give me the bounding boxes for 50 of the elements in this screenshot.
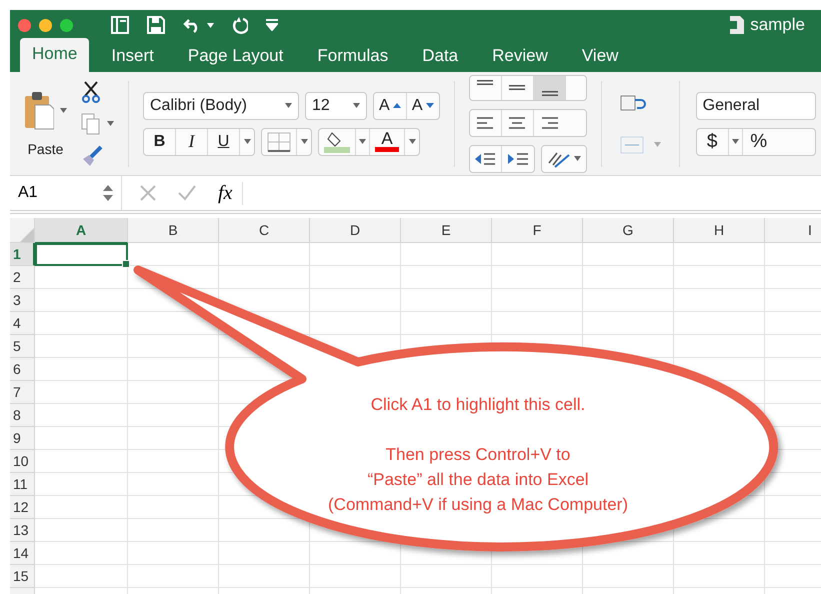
italic-button[interactable]: I [176, 128, 208, 154]
column-header[interactable]: E [401, 218, 492, 243]
callout-text: “Paste” all the data into Excel [366, 469, 590, 491]
row-header[interactable]: 8 [10, 404, 35, 427]
ribbon-tab[interactable]: View [570, 40, 630, 72]
column-header[interactable]: I [765, 218, 821, 243]
window-title: sample [750, 15, 805, 35]
ribbon-tab[interactable]: Home [20, 38, 90, 72]
row-header[interactable]: 11 [10, 473, 35, 496]
row-header[interactable]: 1 [10, 243, 35, 266]
callout-text: (Command+V if using a Mac Computer) [327, 494, 629, 516]
column-header[interactable]: B [128, 218, 219, 243]
callout-text: Then press Control+V to [384, 444, 572, 466]
ribbon-tab[interactable]: Insert [99, 40, 166, 72]
currency-button[interactable]: $ [696, 128, 729, 154]
column-header[interactable]: A [35, 218, 128, 243]
paste-button[interactable]: Paste [24, 90, 67, 156]
font-name-field[interactable]: Calibri (Body) [143, 92, 299, 120]
row-header[interactable]: 9 [10, 427, 35, 450]
column-header[interactable]: F [492, 218, 583, 243]
column-header[interactable]: H [674, 218, 765, 243]
column-header[interactable]: G [583, 218, 674, 243]
row-header[interactable]: 5 [10, 335, 35, 358]
percent-button[interactable]: % [742, 128, 775, 154]
row-header[interactable]: 6 [10, 358, 35, 381]
ribbon-tab[interactable]: Formulas [305, 40, 400, 72]
row-header[interactable]: 2 [10, 266, 35, 289]
column-header[interactable]: D [310, 218, 401, 243]
callout-text: Click A1 to highlight this cell. [370, 394, 586, 416]
font-size-field[interactable]: 12 [305, 92, 367, 120]
row-header[interactable]: 7 [10, 381, 35, 404]
row-header[interactable]: 15 [10, 565, 35, 588]
underline-button[interactable]: U [208, 128, 240, 154]
ribbon-tab[interactable]: Review [480, 40, 560, 72]
row-header[interactable]: 4 [10, 312, 35, 335]
number-format-field[interactable]: General [696, 92, 816, 120]
row-header[interactable]: 12 [10, 496, 35, 519]
ribbon-tab[interactable]: Page Layout [176, 40, 296, 72]
font-color-button[interactable]: A [370, 128, 405, 154]
ribbon-tab[interactable]: Data [410, 40, 470, 72]
bold-button[interactable]: B [144, 128, 176, 154]
insert-function-button[interactable]: fx [218, 182, 244, 204]
shrink-font-button[interactable]: A [406, 92, 439, 118]
row-header[interactable]: 13 [10, 519, 35, 542]
column-header[interactable]: C [219, 218, 310, 243]
name-box[interactable]: A1 [10, 176, 122, 210]
row-header[interactable]: 14 [10, 542, 35, 565]
row-header[interactable]: 3 [10, 289, 35, 312]
row-header[interactable]: 10 [10, 450, 35, 473]
grow-font-button[interactable]: A [374, 92, 407, 118]
